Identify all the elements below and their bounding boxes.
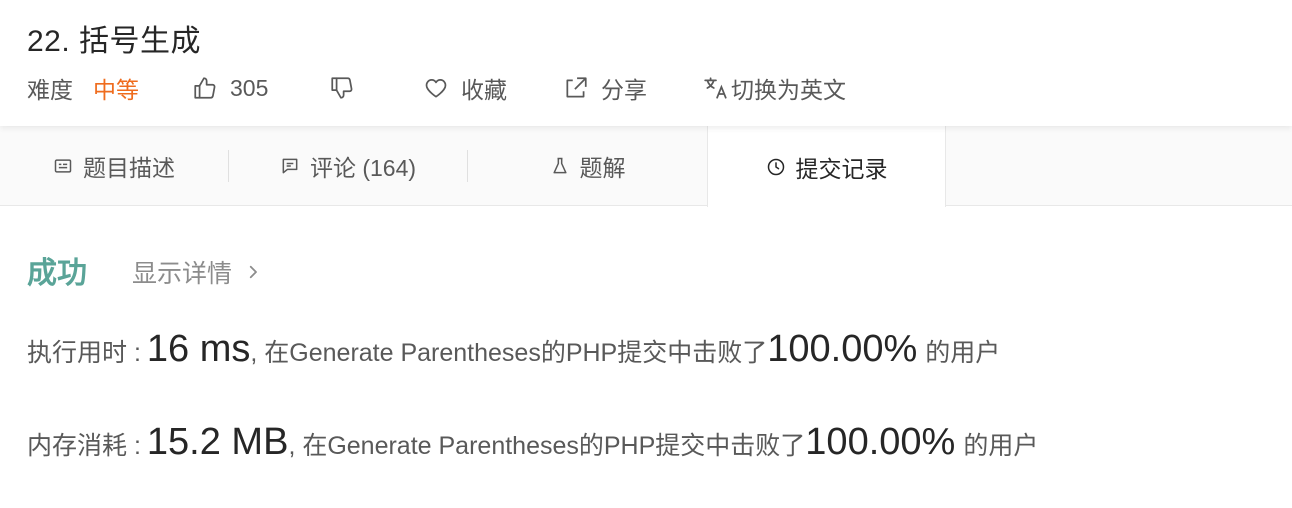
tab-label: 题解 — [579, 155, 626, 181]
heart-icon — [425, 79, 447, 98]
tab-bar: 题目描述 评论 (164) 题解 提交记录 — [0, 126, 1292, 207]
tab-label: 提交记录 — [795, 155, 888, 182]
like-count: 305 — [230, 74, 269, 101]
comment-icon — [282, 158, 298, 174]
show-details-link[interactable]: 显示详情 — [132, 254, 262, 290]
memory-suffix: 的用户 — [963, 432, 1039, 460]
difficulty-label: 难度 — [27, 77, 73, 103]
thumbs-down-icon — [331, 77, 353, 99]
translate-label: 切换为英文 — [731, 77, 846, 103]
problem-header: 22. 括号生成 难度 中等 305 收藏 分享 切换为英文 — [0, 0, 1292, 126]
runtime-suffix: 的用户 — [925, 339, 1001, 367]
memory-result: 内存消耗 : 15.2 MB , 在Generate Parentheses的P… — [27, 421, 1038, 464]
runtime-label: 执行用时 : — [27, 339, 141, 367]
thumbs-up-icon — [194, 77, 216, 99]
runtime-value: 16 ms — [146, 328, 251, 370]
memory-percentile: 100.00% — [805, 421, 956, 463]
dislike-button[interactable] — [329, 70, 367, 106]
problem-title: 22. 括号生成 — [27, 25, 202, 58]
show-details-label: 显示详情 — [132, 260, 233, 288]
difficulty-value: 中等 — [93, 77, 139, 103]
share-icon — [566, 77, 587, 98]
document-icon — [54, 159, 72, 173]
memory-value: 15.2 MB — [146, 421, 289, 463]
runtime-percentile: 100.00% — [767, 328, 918, 370]
like-button[interactable]: 305 — [192, 70, 268, 106]
favorite-label: 收藏 — [461, 77, 507, 103]
favorite-button[interactable]: 收藏 — [423, 70, 507, 106]
tab-submissions[interactable]: 提交记录 — [707, 126, 946, 207]
tab-description[interactable]: 题目描述 — [0, 126, 228, 206]
runtime-middle-text: , 在Generate Parentheses的PHP提交中击败了 — [250, 339, 768, 367]
tab-solutions[interactable]: 题解 — [468, 126, 707, 206]
memory-middle-text: , 在Generate Parentheses的PHP提交中击败了 — [288, 432, 806, 460]
tab-comments[interactable]: 评论 (164) — [229, 126, 467, 206]
clock-icon — [767, 158, 784, 175]
submission-status-row: 成功 显示详情 — [27, 248, 257, 292]
difficulty: 难度 中等 — [27, 70, 139, 106]
flask-icon — [552, 157, 567, 174]
share-label: 分享 — [601, 77, 647, 103]
translate-button[interactable]: 切换为英文 — [703, 70, 846, 106]
share-button[interactable]: 分享 — [563, 70, 647, 106]
runtime-result: 执行用时 : 16 ms , 在Generate Parentheses的PHP… — [27, 328, 1000, 371]
chevron-right-icon — [249, 265, 257, 279]
translate-icon — [704, 77, 727, 99]
memory-label: 内存消耗 : — [27, 432, 141, 460]
tab-label: 题目描述 — [83, 155, 175, 181]
status-badge: 成功 — [27, 257, 87, 290]
tab-label: 评论 (164) — [309, 155, 417, 181]
